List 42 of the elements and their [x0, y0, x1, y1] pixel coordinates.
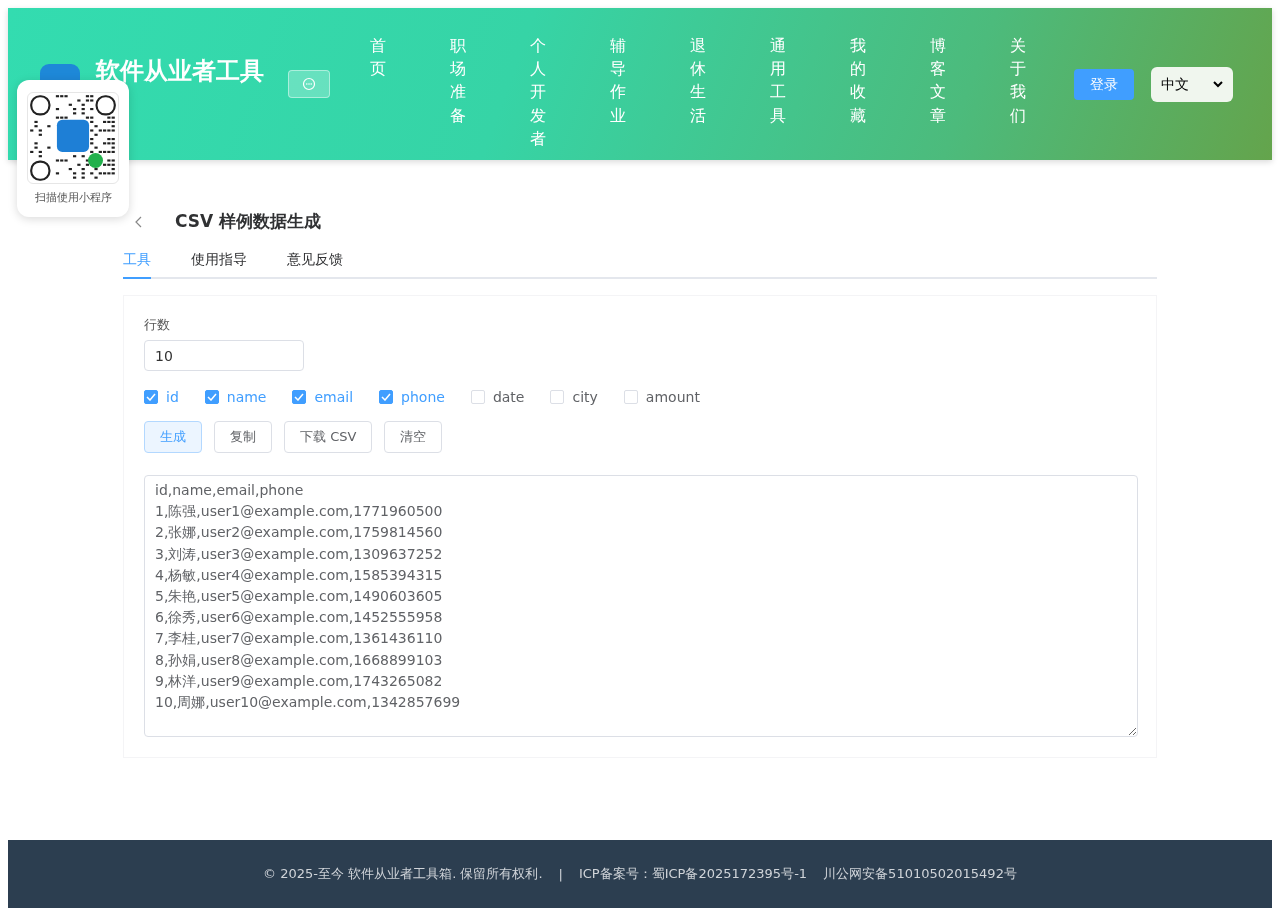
nav-link[interactable]: 首页: [370, 34, 386, 150]
nav-link[interactable]: 退休生活: [690, 34, 706, 150]
nav-link[interactable]: 关于我们: [1010, 34, 1026, 150]
language-select[interactable]: 中文: [1151, 67, 1233, 102]
chat-button[interactable]: [288, 70, 330, 98]
rows-input-field[interactable]: 10: [144, 340, 304, 371]
checkbox-label[interactable]: name: [226, 389, 267, 405]
back-chevron-icon[interactable]: [135, 215, 143, 228]
rows-label: 行数: [144, 316, 171, 334]
checkbox[interactable]: [204, 390, 219, 404]
action-button[interactable]: 清空: [384, 421, 443, 453]
icp-text: ICP备案号：蜀ICP备2025172395号-1: [578, 865, 808, 883]
checkbox-label[interactable]: id: [166, 389, 179, 405]
action-button[interactable]: 生成: [144, 421, 202, 453]
checkbox[interactable]: [379, 390, 394, 404]
action-button[interactable]: 下载 CSV: [284, 421, 373, 453]
separator-text: |: [558, 866, 563, 882]
checkbox-label[interactable]: amount: [645, 389, 700, 405]
checkbox[interactable]: [292, 390, 307, 404]
page-title: CSV 样例数据生成: [175, 210, 322, 233]
action-button[interactable]: 复制: [214, 421, 272, 453]
tab[interactable]: 使用指导: [191, 251, 247, 279]
checkbox[interactable]: [144, 390, 158, 404]
tab[interactable]: 工具: [123, 251, 151, 279]
csv-output-field[interactable]: id,name,email,phone 1,陈强,user1@example.com,1771960500 2,张娜,user2@example.com,1759814560 3,刘涛,user3@example.com,1309637252 4,杨敏,user4@example.com,1585394315 5,朱艳,user5@example.com,1490603605 6,徐秀,user6@example.com,1452555958 7,李桂,user7@example.com,1361436110 8,孙娟,user8@example.com,1668899103 9,林洋,user9@example.com,1743265082 10,周娜,user10@example.com,1342857699: [144, 475, 1138, 737]
nav-link[interactable]: 博客文章: [930, 34, 946, 150]
caret-icon: [1213, 81, 1223, 88]
copyright-text: © 2025-至今 软件从业者工具箱. 保留所有权利.: [263, 865, 543, 883]
nav-link[interactable]: 辅导作业: [610, 34, 626, 150]
nav-link[interactable]: 通用工具: [770, 34, 786, 150]
nav-link[interactable]: 个人开发者: [530, 34, 546, 150]
login-button[interactable]: 登录: [1074, 69, 1134, 100]
police-record-text: 川公网安备51010502015492号: [823, 865, 1017, 883]
nav-link[interactable]: 职场准备: [450, 34, 466, 150]
checkbox-label[interactable]: email: [314, 389, 354, 405]
checkbox-label[interactable]: date: [492, 389, 525, 405]
checkbox-label[interactable]: city: [572, 389, 598, 405]
checkbox-label[interactable]: phone: [401, 389, 445, 405]
chat-bubble-icon: [302, 77, 316, 91]
nav-link[interactable]: 我的收藏: [850, 34, 866, 150]
tab[interactable]: 意见反馈: [287, 251, 343, 279]
qr-caption: 扫描使用小程序: [34, 190, 112, 205]
